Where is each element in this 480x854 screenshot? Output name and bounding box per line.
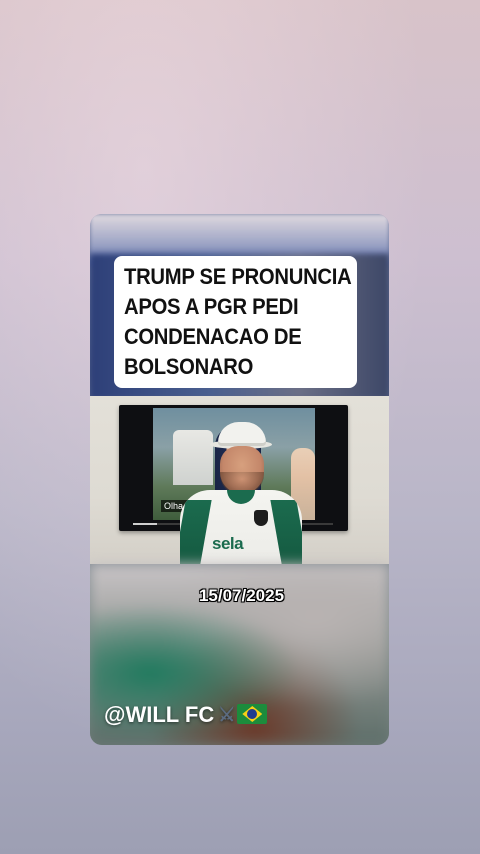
jersey-sleeve-right [270,500,302,564]
video-card[interactable]: TRUMP SE PRONUNCIA APOS A PGR PEDI CONDE… [90,214,389,745]
headline-line: BOLSONARO [124,354,254,379]
crossed-swords-icon: ⚔ [218,705,236,726]
jersey-sponsor: sela [212,534,244,553]
video-frame[interactable]: Olha, o p... ...am sela [90,396,389,564]
tv-progress-fill [133,523,157,525]
brazil-flag-icon [237,704,268,724]
speaker-person: sela [180,422,302,564]
jersey-sleeve-left [180,500,212,564]
headline-box: TRUMP SE PRONUNCIA APOS A PGR PEDI CONDE… [114,256,357,388]
jersey-collar [227,490,255,504]
channel-handle: @WILL FC [104,702,215,727]
club-crest-icon [254,510,268,526]
date-label: 15/07/2025 [198,586,285,605]
jersey: sela [180,490,302,564]
channel-watermark: @WILL FC ⚔ [104,702,268,728]
headline-line: TRUMP SE PRONUNCIA [124,264,352,289]
cap [218,422,266,446]
headline-line: APOS A PGR PEDI [124,294,299,319]
headline-line: CONDENACAO DE [124,324,302,349]
